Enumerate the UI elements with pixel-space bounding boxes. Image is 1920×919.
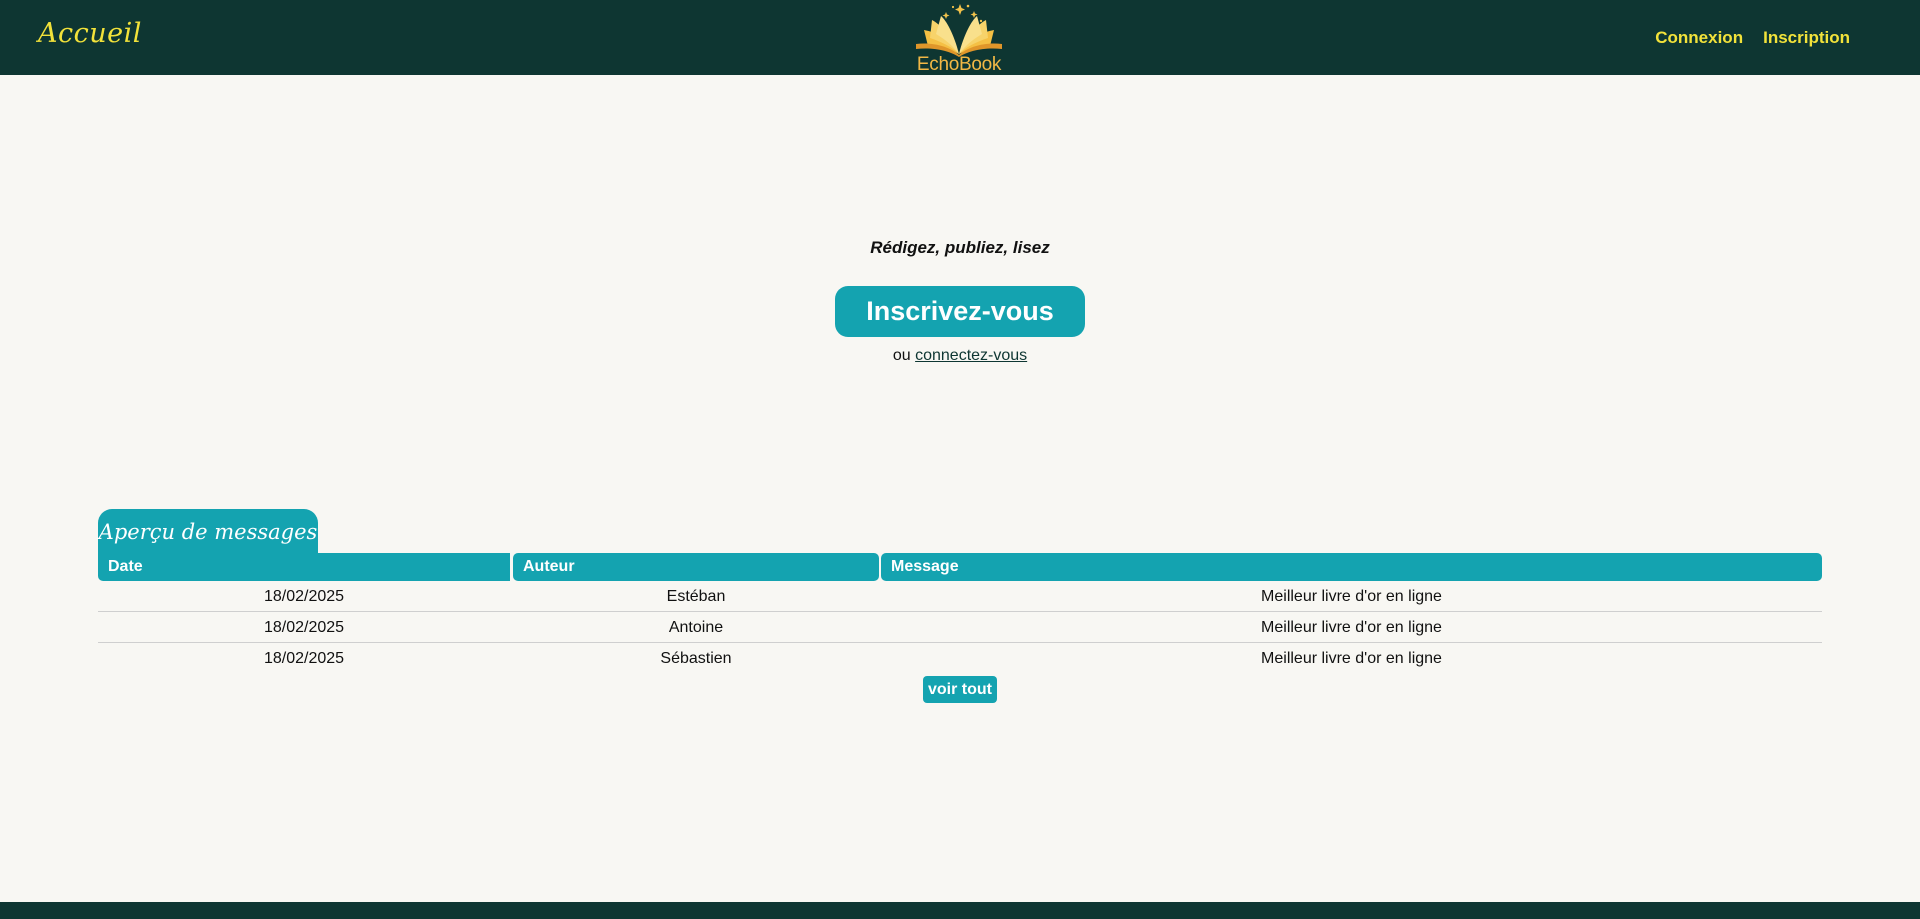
cell-date: 18/02/2025 <box>263 588 345 605</box>
table-row: 18/02/2025 Estéban Meilleur livre d'or e… <box>98 581 1822 612</box>
cell-date: 18/02/2025 <box>263 619 345 636</box>
top-navbar: Accueil EchoBook Connexion Inscription <box>0 0 1920 75</box>
login-alternative: ou connectez-vous <box>0 347 1920 365</box>
cell-author: Estéban <box>666 588 726 605</box>
logo-word-echo: Echo <box>916 54 959 75</box>
cell-message: Meilleur livre d'or en ligne <box>1261 619 1442 636</box>
messages-table: Date Auteur Message 18/02/2025 Estéban M… <box>98 553 1822 674</box>
messages-panel-title: Aperçu de messages <box>98 509 318 554</box>
login-alt-link[interactable]: connectez-vous <box>915 347 1027 364</box>
cell-author: Antoine <box>668 619 724 636</box>
table-row: 18/02/2025 Sébastien Meilleur livre d'or… <box>98 643 1822 674</box>
column-header-author: Auteur <box>513 553 879 581</box>
logo-wordmark: EchoBook <box>906 55 1012 75</box>
cell-date: 18/02/2025 <box>263 650 345 667</box>
nav-login-link[interactable]: Connexion <box>1655 28 1743 48</box>
echobook-logo[interactable]: EchoBook <box>906 2 1012 75</box>
column-header-message: Message <box>881 553 1822 581</box>
page-footer <box>0 902 1920 919</box>
nav-signup-link[interactable]: Inscription <box>1763 28 1850 48</box>
hero-tagline: Rédigez, publiez, lisez <box>870 238 1050 257</box>
column-header-date: Date <box>98 553 510 581</box>
auth-links: Connexion Inscription <box>1655 28 1850 48</box>
logo-word-book: Book <box>959 54 1002 75</box>
login-alt-prefix: ou <box>892 347 911 364</box>
cell-message: Meilleur livre d'or en ligne <box>1261 588 1442 605</box>
signup-cta-button[interactable]: Inscrivez-vous <box>835 286 1085 337</box>
table-header: Date Auteur Message <box>98 553 1822 581</box>
cell-author: Sébastien <box>660 650 732 667</box>
table-row: 18/02/2025 Antoine Meilleur livre d'or e… <box>98 612 1822 643</box>
open-book-logo-icon <box>916 4 1002 57</box>
nav-home-link[interactable]: Accueil <box>38 18 142 49</box>
cell-message: Meilleur livre d'or en ligne <box>1261 650 1442 667</box>
see-all-button[interactable]: voir tout <box>923 676 997 703</box>
